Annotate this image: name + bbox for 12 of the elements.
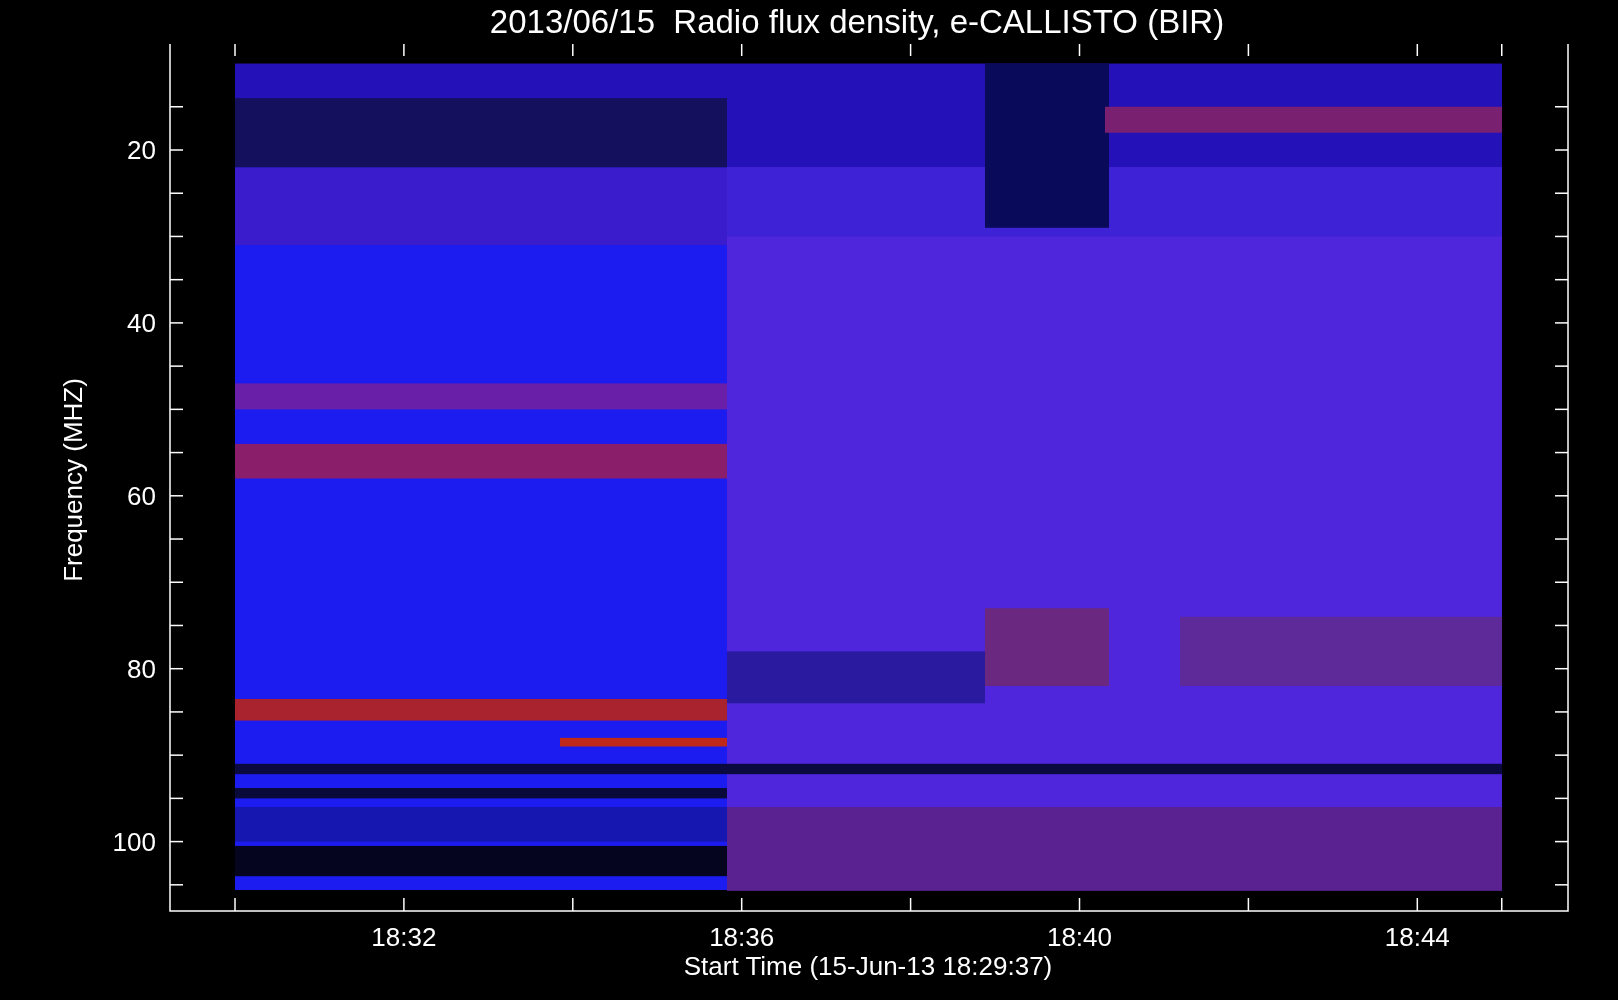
x-tick-label: 18:32 (371, 922, 437, 952)
plot-title: 2013/06/15 Radio flux density, e-CALLISTO (BIR) (489, 3, 1225, 41)
x-tick-label: 18:40 (1046, 922, 1113, 952)
y-axis-label: Frequency (MHZ) (58, 378, 88, 582)
y-tick-label: 80 (127, 653, 156, 684)
y-tick-label: 20 (127, 135, 156, 165)
y-tick-label: 60 (127, 480, 156, 511)
y-tick-label: 40 (127, 307, 156, 338)
x-tick-label: 18:44 (1384, 922, 1450, 952)
x-axis-label: Start Time (15-Jun-13 18:29:37) (683, 951, 1053, 981)
y-tick-label: 100 (112, 826, 156, 857)
x-tick-label: 18:36 (709, 922, 775, 952)
